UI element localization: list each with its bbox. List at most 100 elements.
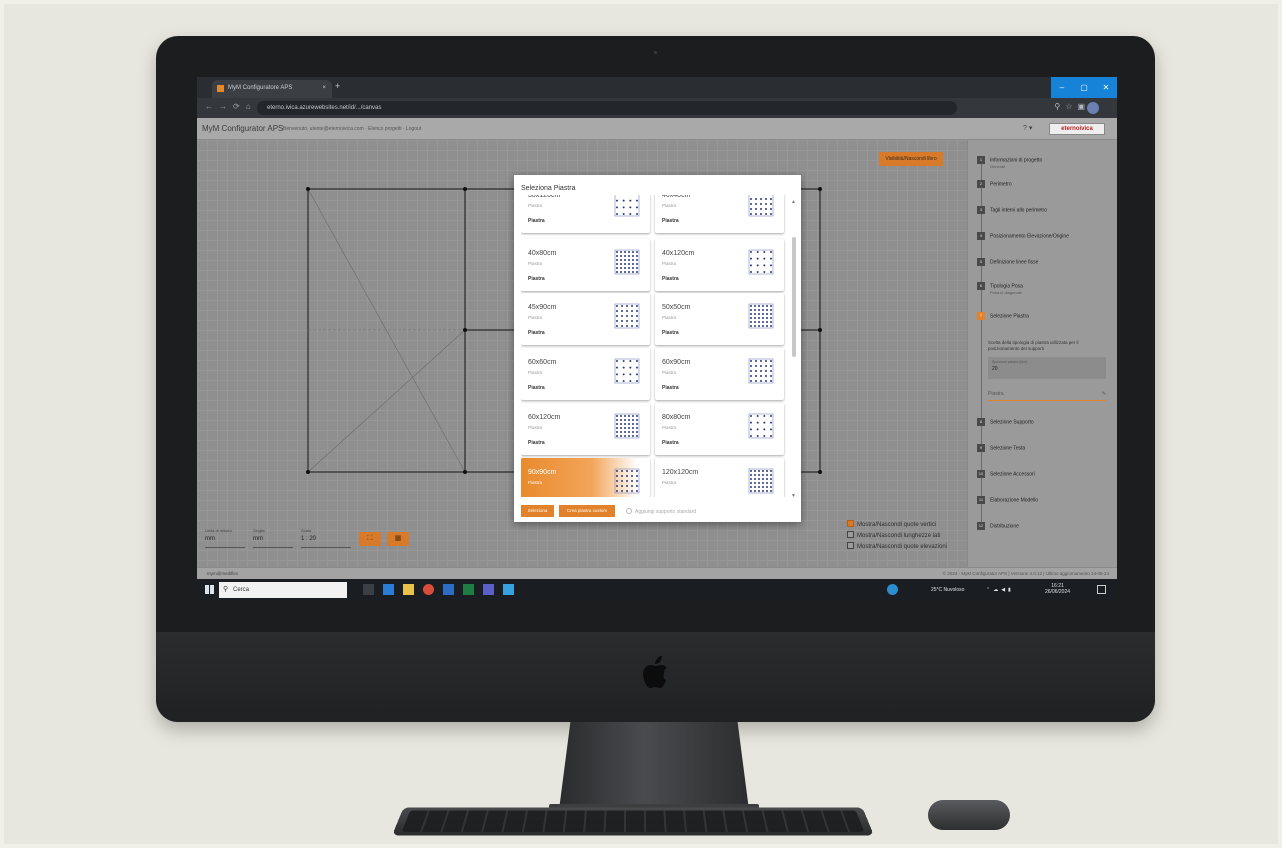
close-window-button[interactable]: ✕ (1095, 77, 1117, 98)
grid-select[interactable]: Griglia mm (253, 528, 293, 548)
app-user-links[interactable]: Benvenuto, utente@eternoivica.com · Elen… (283, 126, 421, 132)
step-7[interactable]: 7 Selezione Piastra (977, 312, 1117, 320)
plate-name: 50x50cm (662, 304, 691, 311)
teams-icon[interactable] (483, 584, 494, 595)
tab-close-icon[interactable]: × (322, 80, 326, 96)
tab-title: MyM Configuratore APS (228, 85, 293, 91)
step-2[interactable]: 2 Perimetro (977, 180, 1117, 188)
select-button[interactable]: Seleziona (521, 505, 554, 517)
plate-option[interactable]: 90x90cm Piastra (521, 458, 650, 497)
plate-type: Piastra (528, 315, 543, 320)
toggle-library-button[interactable]: Visibilità/Nascondi libro (879, 152, 943, 166)
plate-type: Piastra (662, 315, 677, 320)
plate-option[interactable]: 60x120cm Piastra Piastra (521, 403, 650, 455)
word-icon[interactable] (443, 584, 454, 595)
add-standard-support-option[interactable]: Aggiungi supporto standard (626, 508, 696, 515)
plate-footer: Piastra (528, 440, 545, 446)
step-label: Selezione Accessori (990, 471, 1035, 478)
plate-name: 120x120cm (662, 469, 699, 476)
taskbar-search[interactable]: ⚲ Cerca (219, 582, 347, 598)
step-label: Informazioni di progetto (990, 157, 1043, 164)
profile-avatar-icon[interactable] (1087, 102, 1099, 114)
plate-option[interactable]: 60x90cm Piastra Piastra (655, 348, 784, 400)
step-label: Definizione linee fisse (990, 259, 1039, 266)
app-footer: mym@mediflex © 2024 - MyM Configurator A… (197, 567, 1117, 579)
new-tab-button[interactable]: + (335, 81, 340, 91)
dialog-scrollbar[interactable]: ▲ ▼ (791, 199, 797, 499)
plate-grid[interactable]: 30x120cm Piastra Piastra 40x40cm Piastra Pias… (521, 195, 786, 497)
step-12[interactable]: 12 Distribuzione (977, 522, 1117, 530)
step-number: 4 (977, 232, 985, 240)
address-bar[interactable]: eterno.ivica.azurewebsites.net/id/.../ca… (257, 101, 957, 115)
plate-type: Piastra (528, 261, 543, 266)
plate-option[interactable]: 40x40cm Piastra Piastra (655, 195, 784, 233)
step-3[interactable]: 3 Tagli interni allo perimetro (977, 206, 1117, 214)
help-dropdown[interactable]: ? ▾ (1023, 124, 1032, 132)
plate-option[interactable]: 45x90cm Piastra Piastra (521, 293, 650, 345)
plate-thickness-input[interactable]: Spessore piastra (mm) 20 (988, 357, 1106, 379)
step-10[interactable]: 10 Selezione Accessori (977, 470, 1117, 478)
step-label: Elaborazione Modello (990, 497, 1039, 504)
plate-type: Piastra (662, 425, 677, 430)
tray-icons[interactable]: ⌃☁◀▮ (986, 587, 1014, 593)
grid-toggle-button[interactable]: ▦ (387, 532, 409, 546)
plate-field[interactable]: Piastra ✎ (988, 391, 1106, 401)
plate-option[interactable]: 80x80cm Piastra Piastra (655, 403, 784, 455)
task-view-icon[interactable] (363, 584, 374, 595)
checkbox-elevation-quotes[interactable]: Mostra/Nascondi quote elevazioni (847, 542, 947, 553)
step-6[interactable]: 6 Tipologia Posa Posa in diagonale (977, 282, 1117, 295)
plate-type: Piastra (528, 370, 543, 375)
plate-name: 90x90cm (528, 469, 557, 476)
taskbar-apps (363, 584, 514, 596)
windows-start-icon[interactable] (205, 585, 214, 594)
unit-select[interactable]: Unità di misura mm (205, 528, 245, 548)
step-label: Perimetro (990, 181, 1012, 188)
plate-option[interactable]: 60x60cm Piastra Piastra (521, 348, 650, 400)
scale-select[interactable]: Scala 1 : 20 (301, 528, 351, 548)
step-4[interactable]: 4 Posizionamento Elevazione/Origine (977, 232, 1117, 240)
browser-titlebar: MyM Configuratore APS × + – ▢ ✕ (197, 77, 1117, 98)
app-icon[interactable] (503, 584, 514, 595)
browser-tab[interactable]: MyM Configuratore APS × (212, 80, 332, 98)
plate-name: 45x90cm (528, 304, 557, 311)
plate-layout-icon (748, 358, 774, 384)
clock[interactable]: 16:21 26/06/2024 (1045, 583, 1070, 595)
weather-widget[interactable]: 25°C Nuvoloso (931, 587, 964, 593)
step-1[interactable]: 1 Informazioni di progetto Generali (977, 156, 1117, 169)
create-custom-plate-button[interactable]: Crea piastra custom (559, 505, 615, 517)
plate-name: 40x120cm (662, 250, 695, 257)
excel-icon[interactable] (463, 584, 474, 595)
plate-option[interactable]: 40x80cm Piastra Piastra (521, 239, 650, 291)
checkbox-side-lengths[interactable]: Mostra/Nascondi lunghezze lati (847, 531, 947, 542)
monitor-stand (559, 722, 749, 810)
notifications-icon[interactable] (1097, 585, 1106, 594)
step-description: Scelta della tipologia di piastra utiliz… (988, 340, 1079, 351)
plate-option[interactable]: 50x50cm Piastra Piastra (655, 293, 784, 345)
step-number: 6 (977, 282, 985, 290)
step-label: Distribuzione (990, 523, 1019, 530)
step-11[interactable]: 11 Elaborazione Modello (977, 496, 1117, 504)
plate-layout-icon (748, 249, 774, 275)
outlook-icon[interactable] (383, 584, 394, 595)
step-label: Selezione Piastra (990, 313, 1029, 320)
maximize-button[interactable]: ▢ (1073, 77, 1095, 98)
plate-option[interactable]: 120x120cm Piastra (655, 458, 784, 497)
canvas-controls: Unità di misura mm Griglia mm Scala 1 : … (205, 528, 425, 554)
copilot-icon[interactable] (887, 584, 898, 595)
mouse (928, 800, 1010, 830)
step-label: Posizionamento Elevazione/Origine (990, 233, 1069, 240)
chrome-icon[interactable] (423, 584, 434, 595)
checkbox-vertex-quotes[interactable]: Mostra/Nascondi quote vertici (847, 520, 947, 531)
step-5[interactable]: 5 Definizione linee fisse (977, 258, 1117, 266)
fit-view-button[interactable]: ⛶ (359, 532, 381, 546)
plate-option[interactable]: 30x120cm Piastra Piastra (521, 195, 650, 233)
file-explorer-icon[interactable] (403, 584, 414, 595)
minimize-button[interactable]: – (1051, 77, 1073, 98)
nav-buttons[interactable]: ←→⟳⌂ (205, 102, 257, 111)
step-number: 5 (977, 258, 985, 266)
footer-brand: mym@mediflex (207, 571, 239, 576)
plate-name: 60x60cm (528, 359, 557, 366)
step-9[interactable]: 9 Selezione Testa (977, 444, 1117, 452)
screen: MyM Configuratore APS × + – ▢ ✕ ←→⟳⌂ ete… (197, 77, 1117, 601)
plate-option[interactable]: 40x120cm Piastra Piastra (655, 239, 784, 291)
